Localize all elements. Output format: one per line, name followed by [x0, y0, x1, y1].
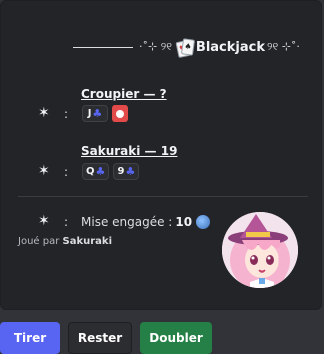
club-icon: ♣: [92, 107, 103, 120]
club-icon: ♣: [95, 165, 106, 178]
embed-footer: Joué par Sakuraki: [18, 236, 112, 247]
bet-colon: :: [64, 215, 69, 229]
bet-amount: 10: [175, 215, 193, 229]
card-chip: 9 ♣: [113, 163, 140, 180]
title-divider-line: [73, 46, 133, 48]
card-chip: Q ♣: [82, 163, 110, 180]
card-rank: Q: [86, 166, 95, 177]
card-chip: J ♣: [82, 105, 108, 122]
blackjack-embed: ·˚⊹ ୨୧ ♥♠ Blackjack ୨୧ ⊹˚· Croupier — ? …: [0, 0, 322, 310]
card-rank: 9: [117, 166, 125, 177]
star-icon: ✶: [38, 213, 50, 229]
embed-divider: [18, 196, 308, 197]
bet-line: Mise engagée : 10: [81, 215, 211, 229]
hit-button[interactable]: Tirer: [0, 322, 60, 354]
player-cards: Q ♣ 9 ♣: [82, 163, 140, 180]
stand-button[interactable]: Rester: [68, 322, 132, 354]
title-text: Blackjack: [195, 39, 265, 55]
dealer-colon: :: [64, 107, 69, 121]
dealer-cards: J ♣: [82, 105, 128, 122]
footer-prefix: Joué par: [18, 236, 60, 247]
action-buttons: Tirer Rester Doubler: [0, 322, 212, 354]
player-label: Sakuraki — 19: [81, 144, 178, 158]
star-icon: ✶: [38, 105, 50, 121]
star-icon: ✶: [38, 163, 50, 179]
footer-user: Sakuraki: [62, 236, 112, 247]
title-deco-left: ·˚⊹ ୨୧: [139, 40, 172, 53]
bet-label: Mise engagée :: [81, 215, 173, 229]
card-rank: J: [87, 108, 92, 119]
club-icon: ♣: [125, 165, 136, 178]
hidden-card-icon: [112, 105, 128, 122]
anime-avatar-image: [222, 212, 298, 288]
playing-cards-icon: ♥♠: [175, 38, 195, 59]
coin-icon: [196, 215, 211, 229]
player-colon: :: [64, 165, 69, 179]
player-avatar: [222, 212, 298, 288]
double-button[interactable]: Doubler: [140, 322, 212, 354]
embed-title: ·˚⊹ ୨୧ ♥♠ Blackjack ୨୧ ⊹˚·: [73, 36, 302, 59]
title-deco-right: ୨୧ ⊹˚·: [267, 40, 300, 53]
dealer-label: Croupier — ?: [81, 87, 167, 101]
